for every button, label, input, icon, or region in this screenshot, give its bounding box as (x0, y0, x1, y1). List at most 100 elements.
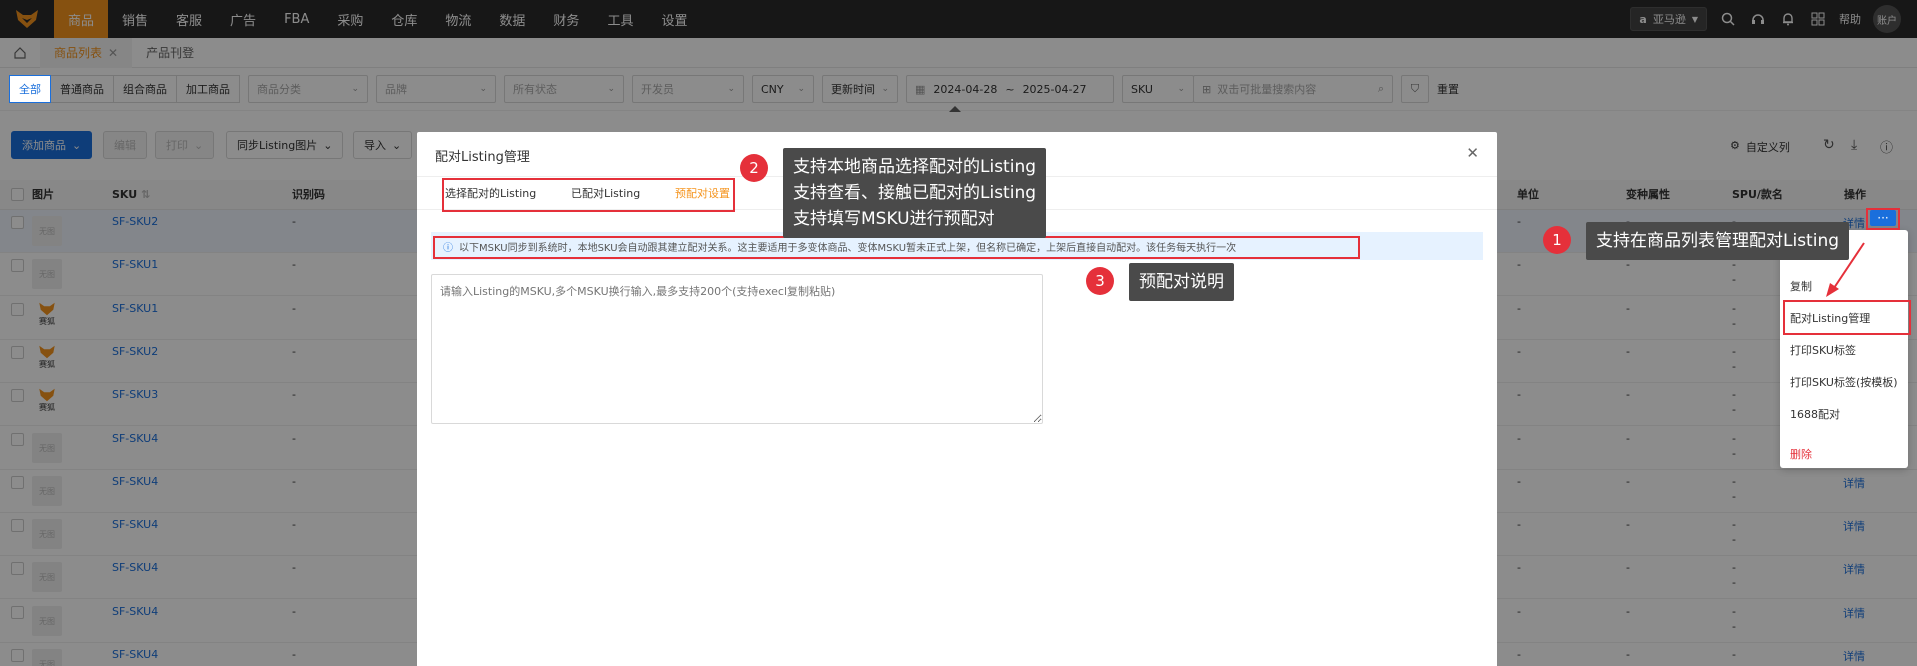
nav-item[interactable]: 数据 (485, 0, 539, 38)
currency-select[interactable]: CNY ⌄ (752, 75, 814, 103)
detail-link[interactable]: 详情 (1843, 648, 1865, 664)
row-checkbox[interactable] (11, 649, 24, 662)
import-button[interactable]: 导入 ⌄ (353, 131, 413, 159)
home-icon[interactable] (0, 46, 40, 60)
brand-select[interactable]: 品牌 ⌄ (376, 75, 496, 103)
sync-listing-images-button[interactable]: 同步Listing图片 ⌄ (226, 131, 344, 159)
menu-item-copy[interactable]: 复制 (1790, 278, 1812, 294)
nav-item[interactable]: 销售 (108, 0, 162, 38)
search-input[interactable]: ⊞ 双击可批量搜索内容 ⌕ (1193, 75, 1393, 103)
close-icon[interactable]: ✕ (1466, 144, 1479, 162)
row-checkbox[interactable] (11, 562, 24, 575)
menu-item-pair-listing[interactable]: 配对Listing管理 (1790, 310, 1870, 326)
nav-item[interactable]: 商品 (54, 0, 109, 38)
tab-pre-pair-settings[interactable]: 预配对设置 (675, 185, 730, 201)
custom-columns-button[interactable]: ⚙ 自定义列 (1730, 139, 1790, 155)
spu-value: - (1732, 447, 1736, 460)
header-variant: 变种属性 (1626, 188, 1670, 201)
spu-value: - (1732, 620, 1736, 633)
row-checkbox[interactable] (11, 303, 24, 316)
headset-icon[interactable] (1749, 10, 1767, 28)
menu-item-delete[interactable]: 删除 (1790, 446, 1812, 462)
amazon-icon: a (1639, 12, 1647, 26)
modal-title: 配对Listing管理 (435, 150, 530, 165)
sku-link[interactable]: SF-SKU1 (112, 258, 158, 271)
tab-select-listing[interactable]: 选择配对的Listing (445, 185, 536, 201)
platform-selector[interactable]: a 亚马逊 ▼ (1630, 7, 1707, 31)
more-actions-button[interactable]: ··· (1870, 210, 1896, 226)
row-checkbox[interactable] (11, 346, 24, 359)
sku-link[interactable]: SF-SKU1 (112, 302, 158, 315)
detail-link[interactable]: 详情 (1843, 605, 1865, 621)
search-icon[interactable]: ⌕ (1378, 82, 1384, 96)
row-checkbox[interactable] (11, 476, 24, 489)
nav-item[interactable]: 财务 (539, 0, 593, 38)
collapse-caret-icon[interactable] (949, 106, 961, 112)
advanced-filter-button[interactable]: ⛉ (1401, 75, 1429, 103)
sku-link[interactable]: SF-SKU4 (112, 605, 158, 618)
row-checkbox[interactable] (11, 389, 24, 402)
nav-item[interactable]: 客服 (162, 0, 216, 38)
help-link[interactable]: 帮助 (1839, 11, 1861, 27)
developer-select[interactable]: 开发员 ⌄ (632, 75, 744, 103)
segment-bundle[interactable]: 组合商品 (113, 75, 177, 103)
sku-link[interactable]: SF-SKU2 (112, 215, 158, 228)
nav-item[interactable]: 工具 (593, 0, 647, 38)
search-field-select[interactable]: SKU ⌄ (1122, 75, 1194, 103)
header-image: 图片 (32, 188, 54, 201)
sku-link[interactable]: SF-SKU2 (112, 345, 158, 358)
menu-item-1688-pair[interactable]: 1688配对 (1790, 406, 1840, 422)
sku-link[interactable]: SF-SKU4 (112, 475, 158, 488)
unit-value: - (1517, 605, 1521, 618)
help-circle-icon[interactable]: ⓘ (1880, 137, 1893, 156)
apps-grid-icon[interactable] (1809, 10, 1827, 28)
segment-processed[interactable]: 加工商品 (176, 75, 240, 103)
segment-all[interactable]: 全部 (9, 75, 51, 103)
time-type-select[interactable]: 更新时间 ⌄ (822, 75, 898, 103)
refresh-icon[interactable]: ↻ (1823, 137, 1835, 153)
menu-item-print-sku-template[interactable]: 打印SKU标签(按模板) (1790, 374, 1898, 390)
nav-item[interactable]: 广告 (216, 0, 270, 38)
select-all-checkbox[interactable] (11, 188, 24, 201)
sku-link[interactable]: SF-SKU4 (112, 518, 158, 531)
sku-link[interactable]: SF-SKU4 (112, 648, 158, 661)
nav-item[interactable]: 物流 (431, 0, 485, 38)
nav-item[interactable]: 仓库 (377, 0, 431, 38)
nav-item[interactable]: 采购 (323, 0, 377, 38)
header-sku[interactable]: SKU ⇅ (112, 180, 150, 210)
edit-button[interactable]: 编辑 (103, 131, 147, 159)
search-field-value: SKU (1131, 82, 1153, 96)
date-range-picker[interactable]: ▦ 2024-04-28 ~ 2025-04-27 (906, 75, 1114, 103)
row-checkbox[interactable] (11, 216, 24, 229)
row-checkbox[interactable] (11, 259, 24, 272)
detail-link[interactable]: 详情 (1843, 561, 1865, 577)
detail-link[interactable]: 详情 (1843, 475, 1865, 491)
row-checkbox[interactable] (11, 606, 24, 619)
add-product-button[interactable]: 添加商品 ⌄ (11, 131, 93, 159)
nav-item[interactable]: FBA (270, 0, 323, 38)
reset-link[interactable]: 重置 (1437, 81, 1459, 97)
fox-logo-icon[interactable] (0, 0, 54, 38)
menu-item-print-sku[interactable]: 打印SKU标签 (1790, 342, 1856, 358)
segment-normal[interactable]: 普通商品 (50, 75, 114, 103)
row-checkbox[interactable] (11, 433, 24, 446)
nav-item[interactable]: 设置 (647, 0, 701, 38)
search-icon[interactable] (1719, 10, 1737, 28)
sku-link[interactable]: SF-SKU4 (112, 432, 158, 445)
close-icon[interactable]: ✕ (108, 46, 118, 60)
info-icon: ⓘ (443, 242, 453, 254)
msku-textarea[interactable] (431, 274, 1043, 424)
tab-product-list[interactable]: 商品列表 ✕ (40, 37, 133, 68)
sku-link[interactable]: SF-SKU3 (112, 388, 158, 401)
status-select[interactable]: 所有状态 ⌄ (504, 75, 624, 103)
print-button[interactable]: 打印 ⌄ (155, 131, 215, 159)
bell-icon[interactable] (1779, 10, 1797, 28)
row-checkbox[interactable] (11, 519, 24, 532)
detail-link[interactable]: 详情 (1843, 518, 1865, 534)
category-select[interactable]: 商品分类 ⌄ (248, 75, 368, 103)
sku-link[interactable]: SF-SKU4 (112, 561, 158, 574)
tab-paired-listing[interactable]: 已配对Listing (571, 185, 640, 201)
download-icon[interactable]: ⤓ (1851, 137, 1857, 153)
tab-product-listing[interactable]: 产品刊登 (132, 38, 208, 68)
avatar[interactable]: 账户 (1873, 5, 1901, 33)
